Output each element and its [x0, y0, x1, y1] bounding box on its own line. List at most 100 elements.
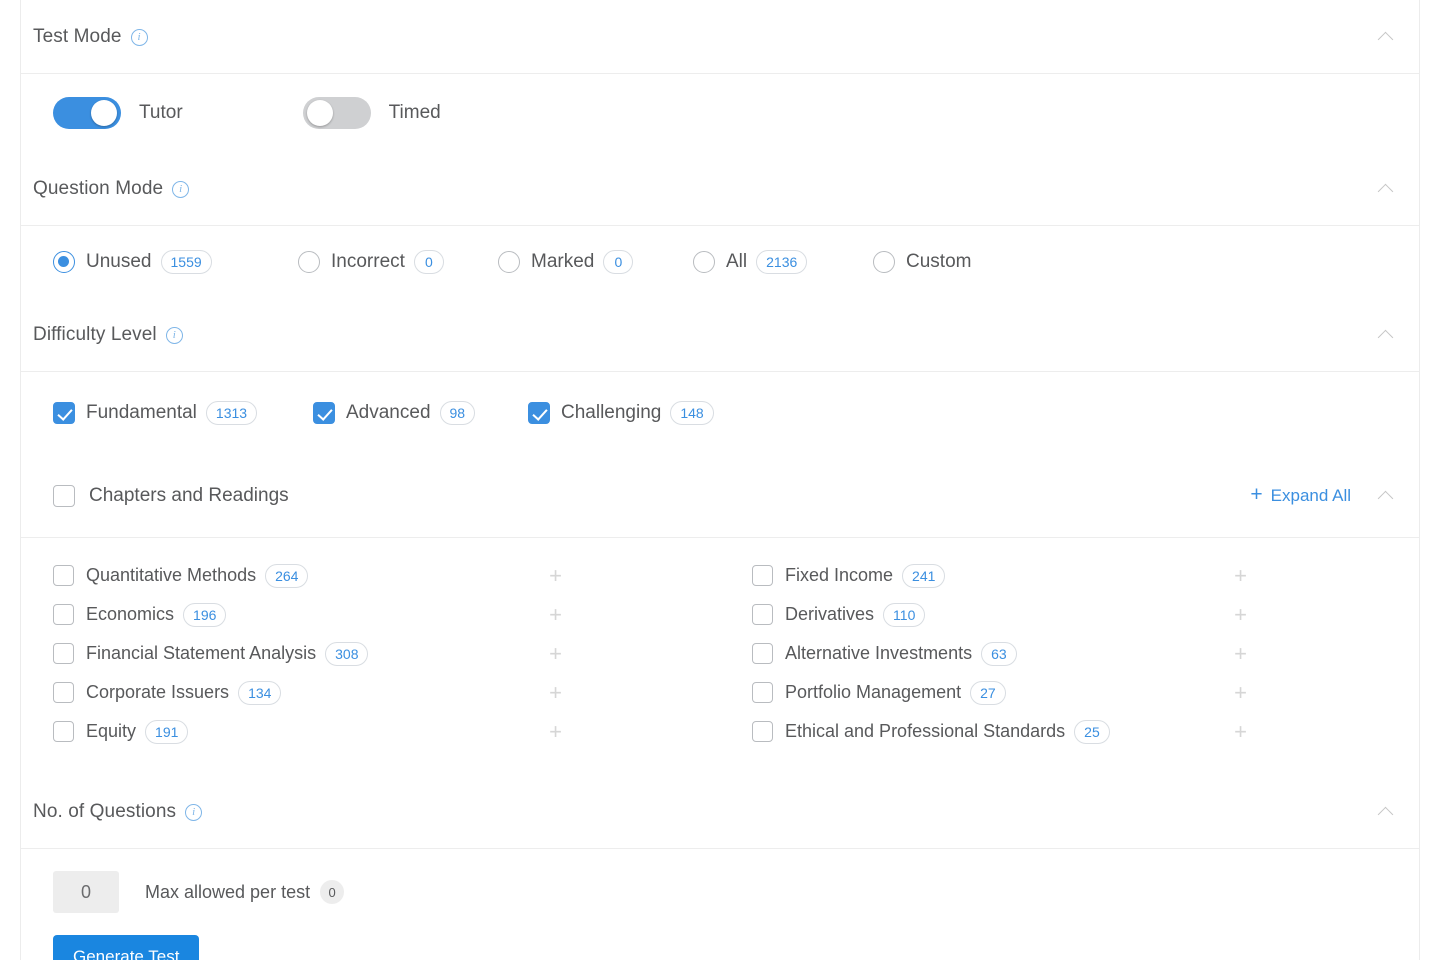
checkbox-icon[interactable] — [53, 643, 74, 664]
list-item[interactable]: Corporate Issuers 134 + — [21, 673, 708, 712]
list-item[interactable]: Financial Statement Analysis 308 + — [21, 634, 708, 673]
count-badge: 196 — [183, 602, 227, 627]
chevron-up-icon[interactable] — [1377, 487, 1395, 505]
radio-icon[interactable] — [873, 251, 895, 273]
checkbox-option-advanced[interactable]: Advanced 98 — [313, 401, 528, 425]
checkbox-icon[interactable] — [752, 604, 773, 625]
checkbox-icon[interactable] — [313, 402, 335, 424]
checkbox-icon[interactable] — [53, 682, 74, 703]
radio-label: All — [726, 251, 748, 272]
checkbox-icon[interactable] — [528, 402, 550, 424]
toggle-knob — [91, 100, 117, 126]
expand-topic-icon[interactable]: + — [1234, 564, 1247, 587]
section-body-difficulty-level: Fundamental 1313 Advanced 98 Challenging… — [21, 372, 1419, 454]
radio-option-unused[interactable]: Unused 1559 — [53, 250, 298, 274]
list-item[interactable]: Economics 196 + — [21, 595, 708, 634]
expand-topic-icon[interactable]: + — [1234, 720, 1247, 743]
expand-topic-icon[interactable]: + — [549, 642, 562, 665]
expand-topic-icon[interactable]: + — [549, 564, 562, 587]
list-item[interactable]: Derivatives 110 + — [720, 595, 1407, 634]
count-badge: 110 — [883, 602, 926, 627]
checkbox-option-challenging[interactable]: Challenging 148 — [528, 401, 714, 425]
section-body-question-mode: Unused 1559 Incorrect 0 Marked 0 All 213… — [21, 226, 1419, 298]
toggle-knob — [306, 100, 333, 126]
questions-count-input[interactable] — [53, 871, 119, 913]
count-badge: 134 — [238, 680, 282, 705]
topic-column-right: Fixed Income 241 + Derivatives 110 + Alt… — [720, 556, 1419, 751]
radio-option-incorrect[interactable]: Incorrect 0 — [298, 250, 498, 274]
topic-label: Corporate Issuers — [86, 682, 230, 702]
count-badge: 241 — [902, 563, 946, 588]
generate-test-button[interactable]: Generate Test — [53, 935, 200, 960]
expand-topic-icon[interactable]: + — [549, 603, 562, 626]
topic-label: Fixed Income — [785, 565, 894, 585]
toggle-timed[interactable] — [302, 97, 371, 129]
topic-label: Financial Statement Analysis — [86, 643, 317, 663]
radio-option-marked[interactable]: Marked 0 — [498, 250, 693, 274]
chevron-up-icon[interactable] — [1377, 326, 1395, 344]
chevron-up-icon[interactable] — [1377, 180, 1395, 198]
radio-label: Unused — [86, 251, 152, 272]
chevron-up-icon[interactable] — [1377, 803, 1395, 821]
count-badge: 25 — [1074, 719, 1110, 744]
list-item[interactable]: Portfolio Management 27 + — [720, 673, 1407, 712]
count-badge: 0 — [413, 250, 444, 274]
list-item[interactable]: Alternative Investments 63 + — [720, 634, 1407, 673]
list-item[interactable]: Fixed Income 241 + — [720, 556, 1407, 595]
radio-icon[interactable] — [298, 251, 320, 273]
list-item[interactable]: Equity 191 + — [21, 712, 708, 751]
section-title-chapters: Chapters and Readings — [89, 484, 289, 506]
checkbox-icon[interactable] — [752, 721, 773, 742]
question-mode-options: Unused 1559 Incorrect 0 Marked 0 All 213… — [33, 226, 1407, 298]
expand-topic-icon[interactable]: + — [549, 681, 562, 704]
radio-icon[interactable] — [53, 251, 75, 273]
count-badge: 27 — [970, 680, 1006, 705]
toggle-tutor[interactable] — [53, 97, 121, 129]
section-body-test-mode: Tutor Timed — [21, 74, 1419, 152]
checkbox-label: Challenging — [561, 402, 662, 423]
checkbox-icon[interactable] — [752, 565, 773, 586]
section-body-no-of-questions: Max allowed per test 0 Generate Test — [21, 849, 1419, 960]
radio-label: Incorrect — [331, 251, 405, 272]
topic-label: Quantitative Methods — [86, 565, 257, 585]
checkbox-icon[interactable] — [53, 721, 74, 742]
expand-topic-icon[interactable]: + — [549, 720, 562, 743]
checkbox-option-fundamental[interactable]: Fundamental 1313 — [53, 401, 313, 425]
toggle-group-tutor: Tutor — [53, 97, 183, 129]
count-badge: 2136 — [756, 250, 808, 274]
list-item[interactable]: Quantitative Methods 264 + — [21, 556, 708, 595]
topic-label: Portfolio Management — [785, 682, 962, 702]
expand-topic-icon[interactable]: + — [1234, 603, 1247, 626]
count-badge: 308 — [325, 641, 369, 666]
radio-icon[interactable] — [693, 251, 715, 273]
radio-icon[interactable] — [498, 251, 520, 273]
checkbox-icon[interactable] — [53, 565, 74, 586]
count-badge: 191 — [145, 719, 189, 744]
expand-all-button[interactable]: + Expand All — [1250, 484, 1395, 506]
questions-quantity-row: Max allowed per test 0 — [33, 849, 1407, 935]
max-allowed-badge: 0 — [320, 880, 345, 904]
topic-label: Alternative Investments — [785, 643, 973, 663]
checkbox-select-all-chapters[interactable] — [53, 484, 75, 507]
checkbox-icon[interactable] — [752, 682, 773, 703]
radio-option-all[interactable]: All 2136 — [693, 250, 873, 274]
list-item[interactable]: Ethical and Professional Standards 25 + — [720, 712, 1407, 751]
checkbox-icon[interactable] — [53, 402, 75, 424]
info-icon[interactable]: i — [185, 804, 203, 821]
expand-topic-icon[interactable]: + — [1234, 681, 1247, 704]
info-icon[interactable]: i — [165, 327, 183, 344]
toggle-group-timed: Timed — [302, 97, 441, 129]
section-header-difficulty-level: Difficulty Level i — [21, 298, 1419, 372]
count-badge: 0 — [603, 250, 634, 274]
radio-option-custom[interactable]: Custom — [873, 251, 971, 273]
toggle-tutor-label: Tutor — [139, 102, 183, 123]
info-icon[interactable]: i — [130, 29, 148, 46]
checkbox-icon[interactable] — [752, 643, 773, 664]
info-icon[interactable]: i — [172, 181, 190, 198]
count-badge: 264 — [265, 563, 309, 588]
expand-topic-icon[interactable]: + — [1234, 642, 1247, 665]
generate-button-wrap: Generate Test — [33, 935, 1407, 960]
chevron-up-icon[interactable] — [1377, 28, 1395, 46]
topic-column-left: Quantitative Methods 264 + Economics 196… — [21, 556, 720, 751]
checkbox-icon[interactable] — [53, 604, 74, 625]
